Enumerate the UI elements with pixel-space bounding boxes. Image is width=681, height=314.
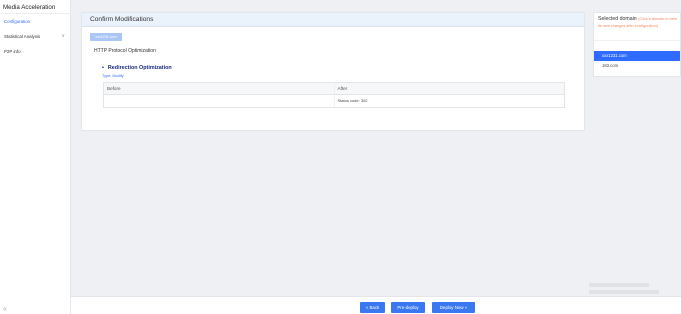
panel-title: Selected domain <box>598 16 637 22</box>
card-header: Confirm Modifications <box>82 13 584 27</box>
domain-item-163[interactable]: 163.com <box>594 61 680 71</box>
watermark-line <box>589 290 659 294</box>
column-header-before: Before <box>107 86 121 91</box>
chevron-down-icon: ∨ <box>61 33 65 39</box>
domain-item-xxx1231[interactable]: xxx1231.com <box>594 51 680 61</box>
back-button[interactable]: « Back <box>360 302 385 313</box>
type-label: Type: Modify <box>102 74 124 78</box>
sub-section-title: • Redirection Optimization <box>102 65 172 71</box>
bullet-icon: • <box>102 65 104 71</box>
sidebar: Media Acceleration Configuration Statist… <box>0 0 71 314</box>
sidebar-item-configuration[interactable]: Configuration <box>0 14 70 29</box>
sidebar-item-label: Configuration <box>4 19 31 24</box>
sidebar-item-label: P2P info <box>4 49 21 54</box>
domain-tag: xxx1231.com <box>90 33 122 41</box>
pre-deploy-button[interactable]: Pre-deploy <box>391 302 425 313</box>
watermark-line <box>589 283 649 287</box>
panel-header: Selected domain (Click a domain to view … <box>594 13 680 41</box>
footer-action-bar: « Back Pre-deploy Deploy Now » <box>71 296 681 314</box>
confirm-modifications-card: Confirm Modifications xxx1231.com HTTP P… <box>81 12 585 131</box>
collapse-sidebar-icon[interactable]: « <box>3 306 7 313</box>
sidebar-item-label: Statistical Analysis <box>4 34 41 39</box>
table-row: Status code: 302 <box>104 95 564 107</box>
column-header-after: After <box>333 83 565 94</box>
sidebar-item-p2p-info[interactable]: P2P info <box>0 44 70 59</box>
comparison-table: Before After Status code: 302 <box>103 82 565 108</box>
app-title: Media Acceleration <box>0 0 70 14</box>
table-header-row: Before After <box>104 83 564 95</box>
table-cell-after: Status code: 302 <box>333 95 565 107</box>
selected-domain-panel: Selected domain (Click a domain to view … <box>593 12 681 77</box>
section-title: HTTP Protocol Optimization <box>94 48 156 54</box>
table-cell-before <box>104 95 334 107</box>
sidebar-item-statistical-analysis[interactable]: Statistical Analysis ∨ <box>0 29 70 44</box>
deploy-now-button[interactable]: Deploy Now » <box>432 302 475 313</box>
sub-section-label: Redirection Optimization <box>107 65 172 71</box>
